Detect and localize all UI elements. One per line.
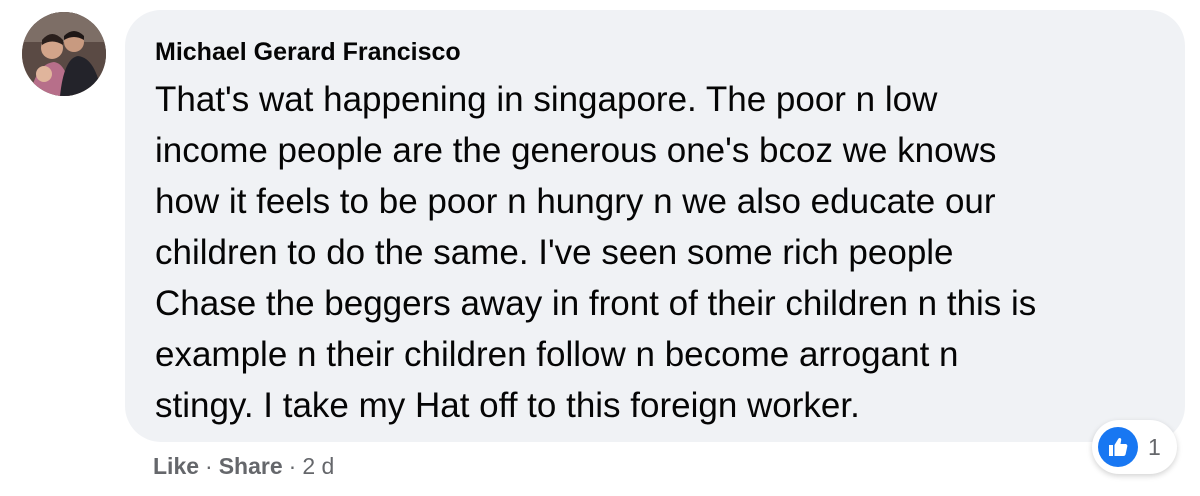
comment-timestamp[interactable]: 2 d <box>302 453 334 479</box>
like-button[interactable]: Like <box>153 453 199 479</box>
separator-dot: · <box>288 453 297 479</box>
comment-author[interactable]: Michael Gerard Francisco <box>155 36 1155 68</box>
reaction-summary[interactable]: 1 <box>1092 420 1177 474</box>
separator-dot: · <box>205 453 213 479</box>
comment-text: That's wat happening in singapore. The p… <box>155 80 1037 425</box>
avatar[interactable] <box>22 12 106 96</box>
avatar-photo-icon <box>22 12 106 96</box>
comment-actions: Like · Share · 2 d <box>153 450 334 482</box>
share-button[interactable]: Share <box>219 453 283 479</box>
thumbs-up-icon <box>1098 427 1138 467</box>
comment-bubble: Michael Gerard Francisco That's wat happ… <box>125 10 1185 442</box>
reaction-count: 1 <box>1148 433 1161 460</box>
comment: Michael Gerard Francisco That's wat happ… <box>0 0 1200 496</box>
